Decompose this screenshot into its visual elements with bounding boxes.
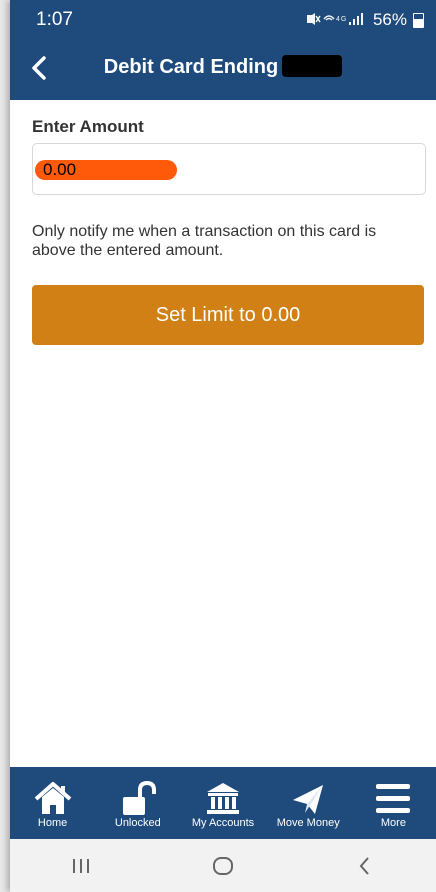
- app-screen: 1:07 4G 56% Debit Card Ending Enter Amou…: [10, 0, 436, 892]
- signal-icon: 4G: [306, 12, 363, 25]
- tab-my-accounts[interactable]: My Accounts: [180, 767, 265, 839]
- signal-icons: 4G: [305, 12, 367, 29]
- tab-unlocked-label: Unlocked: [114, 817, 161, 829]
- redacted-card-number: [282, 55, 343, 78]
- battery-icon: [413, 12, 424, 28]
- tab-my-accounts-label: My Accounts: [191, 817, 255, 829]
- status-bar: 1:07 4G 56%: [10, 0, 436, 40]
- svg-text:4G: 4G: [336, 16, 347, 23]
- recent-apps-button[interactable]: [61, 851, 101, 881]
- home-nav-button[interactable]: [203, 851, 243, 881]
- recent-apps-icon: [73, 858, 89, 873]
- bank-icon: [207, 783, 239, 814]
- battery-percent: 56%: [372, 10, 407, 29]
- tab-more-label: More: [380, 817, 406, 829]
- menu-icon: [376, 784, 411, 813]
- send-icon: [293, 785, 324, 814]
- status-right: 4G 56%: [305, 10, 424, 30]
- home-circle-icon: [213, 856, 233, 875]
- tab-more[interactable]: More: [351, 767, 436, 839]
- amount-input[interactable]: 0.00: [32, 143, 426, 195]
- page-title: Debit Card Ending: [10, 55, 436, 79]
- home-icon: [34, 782, 71, 814]
- back-chevron-icon: [359, 856, 369, 875]
- tab-home-label: Home: [37, 817, 68, 829]
- back-nav-button[interactable]: [345, 851, 385, 881]
- amount-label: Enter Amount: [32, 117, 144, 136]
- system-nav-bar: [10, 839, 436, 892]
- page-title-text: Debit Card Ending: [103, 56, 279, 78]
- status-time: 1:07: [36, 9, 73, 30]
- notify-description: Only notify me when a transaction on thi…: [32, 223, 377, 259]
- tab-home[interactable]: Home: [10, 767, 95, 839]
- unlocked-icon: [122, 780, 156, 815]
- set-limit-button[interactable]: Set Limit to 0.00: [32, 285, 424, 345]
- tab-move-money[interactable]: Move Money: [266, 767, 351, 839]
- tab-move-money-label: Move Money: [276, 817, 340, 829]
- page-header: Debit Card Ending: [10, 40, 436, 100]
- tab-unlocked[interactable]: Unlocked: [95, 767, 180, 839]
- bottom-tab-bar: Home Unlocked My Accounts Move Money Mor…: [10, 767, 436, 839]
- amount-value: 0.00: [35, 160, 177, 180]
